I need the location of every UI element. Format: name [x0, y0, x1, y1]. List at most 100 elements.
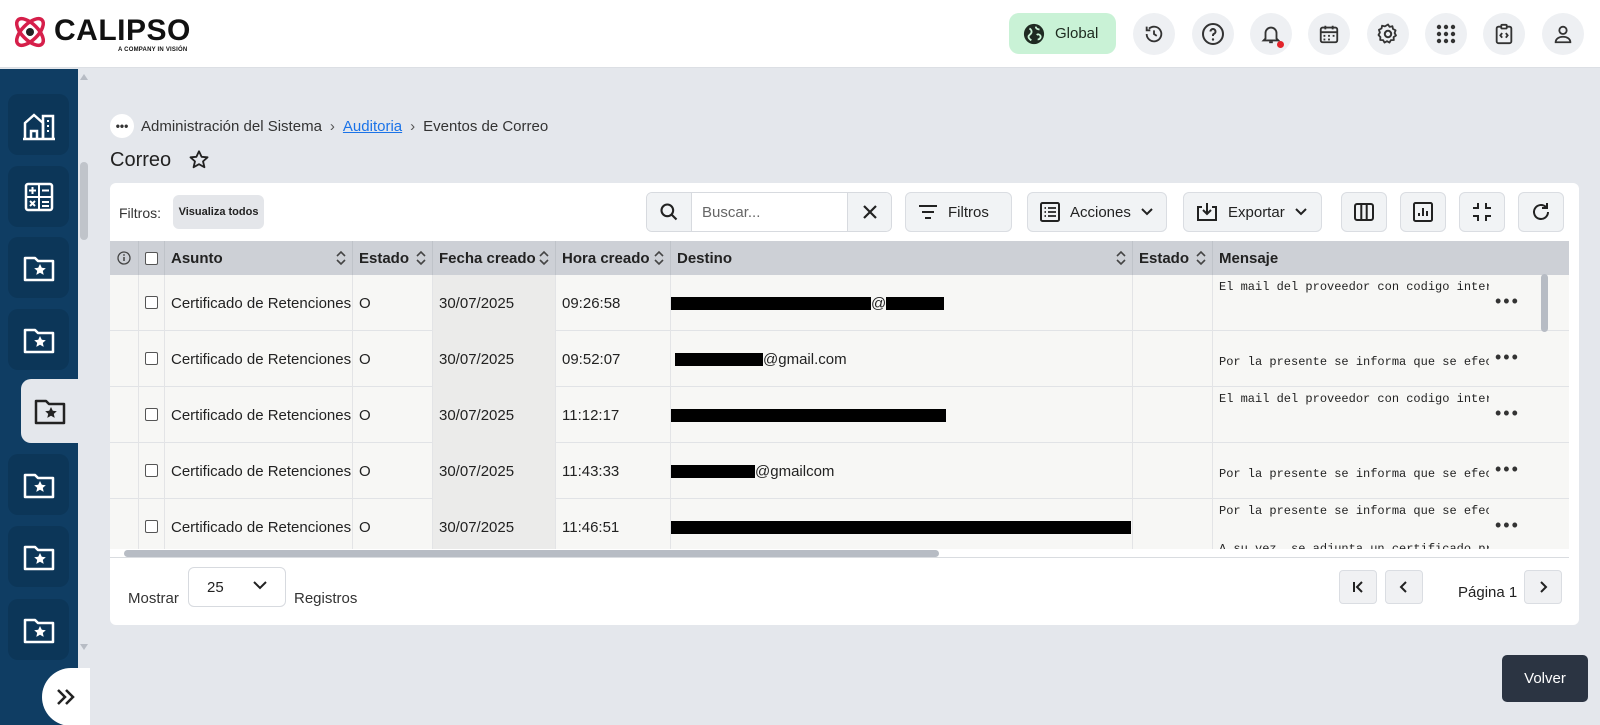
table-horizontal-scrollbar[interactable]: [110, 549, 1538, 557]
row-checkbox[interactable]: [145, 352, 158, 365]
column-header-mensaje[interactable]: Mensaje: [1213, 241, 1569, 275]
column-header-estado[interactable]: Estado: [353, 241, 433, 275]
global-scope-button[interactable]: Global: [1009, 13, 1116, 54]
fecha-cell: 30/07/2025: [433, 331, 556, 387]
top-bar: CALIPSO A COMPANY IN VISIÓN Global: [0, 0, 1600, 68]
filter-icon: [919, 205, 937, 219]
sidebar-scrollbar[interactable]: [80, 162, 88, 240]
sidebar-item-folder-4[interactable]: [8, 526, 69, 587]
volver-button[interactable]: Volver: [1502, 655, 1588, 702]
table-row[interactable]: Certificado de Retenciones O 30/07/2025 …: [110, 387, 1569, 443]
column-header-asunto[interactable]: Asunto: [165, 241, 353, 275]
hora-cell: 11:46:51: [556, 499, 671, 549]
sort-icon: [539, 250, 549, 266]
select-all-checkbox[interactable]: [145, 251, 158, 265]
fullscreen-button[interactable]: [1459, 192, 1505, 232]
estado-2-cell: [1133, 443, 1213, 499]
row-more-button[interactable]: •••: [1495, 347, 1520, 368]
folder-star-icon: [23, 473, 54, 498]
acciones-button[interactable]: Acciones: [1027, 192, 1167, 232]
expand-sidebar-button[interactable]: [42, 668, 90, 725]
refresh-button[interactable]: [1518, 192, 1564, 232]
column-label: Hora creado: [562, 249, 650, 267]
table-row[interactable]: Certificado de Retenciones O 30/07/2025 …: [110, 499, 1569, 549]
column-label: Estado: [1139, 249, 1190, 267]
sidebar-item-folder-2[interactable]: [8, 309, 69, 370]
apps-button[interactable]: [1425, 13, 1467, 55]
row-checkbox[interactable]: [145, 464, 158, 477]
sidebar-item-folder-3[interactable]: [8, 454, 69, 515]
filtros-button[interactable]: Filtros: [905, 192, 1012, 232]
column-header-destino[interactable]: Destino: [671, 241, 1133, 275]
row-checkbox-cell: [139, 331, 165, 387]
user-profile-button[interactable]: [1542, 13, 1584, 55]
chevron-down-icon: [1294, 208, 1307, 216]
horizontal-scroll-thumb[interactable]: [124, 550, 939, 557]
show-label: Mostrar: [128, 590, 179, 607]
exportar-button[interactable]: Exportar: [1183, 192, 1322, 232]
hora-cell: 09:52:07: [556, 331, 671, 387]
report-button[interactable]: [1400, 192, 1446, 232]
row-checkbox-cell: [139, 443, 165, 499]
help-button[interactable]: [1192, 13, 1234, 55]
filter-chip-visualiza-todos[interactable]: Visualiza todos: [173, 195, 264, 229]
redacted-block: [886, 296, 945, 310]
sidebar-item-buildings[interactable]: [8, 94, 69, 155]
history-button[interactable]: [1133, 13, 1175, 55]
favorite-button[interactable]: [188, 149, 210, 175]
search-button[interactable]: [647, 193, 692, 231]
next-page-button[interactable]: [1524, 570, 1562, 604]
select-all-header: [139, 241, 165, 275]
calendar-button[interactable]: [1308, 13, 1350, 55]
search-input[interactable]: [702, 193, 842, 231]
row-info-cell: [110, 387, 139, 443]
row-checkbox[interactable]: [145, 520, 158, 533]
sidebar-item-folder-1[interactable]: [8, 237, 69, 298]
logo-subtitle: A COMPANY IN VISIÓN: [118, 47, 188, 53]
row-more-button[interactable]: •••: [1495, 403, 1520, 424]
redacted-block: [675, 352, 763, 366]
column-header-estado-2[interactable]: Estado: [1133, 241, 1213, 275]
table-row[interactable]: Certificado de Retenciones O 30/07/2025 …: [110, 331, 1569, 387]
columns-icon: [1354, 203, 1374, 221]
breadcrumb-link-auditoria[interactable]: Auditoria: [343, 118, 402, 135]
sidebar-scroll-up[interactable]: [80, 74, 88, 80]
calipso-logo-icon: [14, 16, 46, 48]
redacted-block: [671, 520, 1131, 534]
destino-suffix: @gmailcom: [755, 462, 835, 480]
page-size-select[interactable]: 25: [188, 567, 286, 607]
previous-page-button[interactable]: [1385, 570, 1423, 604]
column-header-hora-creado[interactable]: Hora creado: [556, 241, 671, 275]
clear-search-button[interactable]: [847, 193, 891, 231]
calipso-logo[interactable]: CALIPSO A COMPANY IN VISIÓN: [10, 12, 190, 56]
asunto-cell: Certificado de Retenciones: [165, 331, 353, 387]
first-page-button[interactable]: [1339, 570, 1377, 604]
column-header-fecha-creado[interactable]: Fecha creado: [433, 241, 556, 275]
row-checkbox[interactable]: [145, 296, 158, 309]
row-more-button[interactable]: •••: [1495, 515, 1520, 536]
notifications-button[interactable]: [1250, 13, 1292, 55]
breadcrumb-current: Eventos de Correo: [423, 118, 549, 135]
breadcrumb-more-button[interactable]: •••: [110, 114, 134, 138]
table-vertical-scrollbar[interactable]: [1541, 274, 1548, 332]
asunto-cell: Certificado de Retenciones: [165, 387, 353, 443]
sidebar-item-calculator[interactable]: [8, 166, 69, 227]
settings-button[interactable]: [1367, 13, 1409, 55]
table-row[interactable]: Certificado de Retenciones O 30/07/2025 …: [110, 443, 1569, 499]
table-row[interactable]: Certificado de Retenciones O 30/07/2025 …: [110, 275, 1569, 331]
row-checkbox[interactable]: [145, 408, 158, 421]
destino-cell: @gmail.com: [671, 331, 1133, 387]
estado-2-cell: [1133, 331, 1213, 387]
mensaje-cell: Por la presente se informa que se efec A…: [1219, 504, 1489, 549]
sidebar-item-folder-active[interactable]: [21, 379, 78, 443]
sidebar-item-folder-5[interactable]: [8, 599, 69, 660]
redacted-block: [671, 408, 946, 422]
row-more-button[interactable]: •••: [1495, 291, 1520, 312]
sidebar-scroll-down[interactable]: [80, 644, 88, 650]
estado-2-cell: [1133, 387, 1213, 443]
row-more-button[interactable]: •••: [1495, 459, 1520, 480]
columns-button[interactable]: [1341, 192, 1387, 232]
destino-cell: [671, 387, 1133, 443]
code-clipboard-button[interactable]: [1483, 13, 1525, 55]
row-checkbox-cell: [139, 499, 165, 549]
